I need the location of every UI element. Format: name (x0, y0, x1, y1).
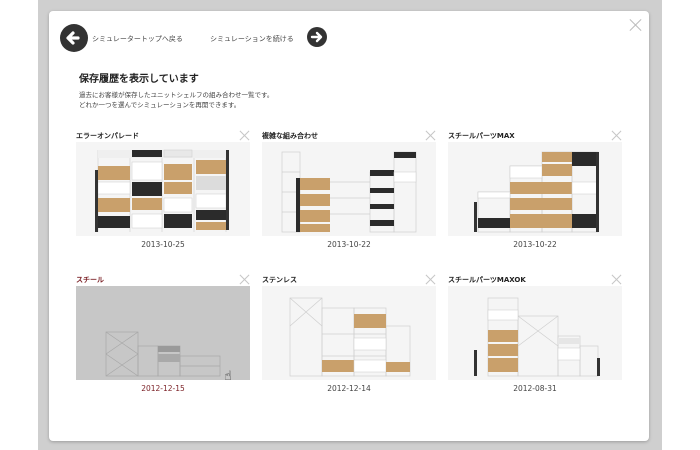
card-date: 2012-12-15 (141, 384, 185, 393)
saved-card[interactable]: エラーオンパレード 2013-10-25 (76, 131, 250, 251)
shelf-thumbnail[interactable] (448, 286, 622, 380)
saved-card[interactable]: スチールパーツMAX 2013-10-22 (448, 131, 622, 251)
card-title: スチールパーツMAXOK (448, 276, 526, 284)
arrow-right-icon (310, 31, 323, 43)
card-title: 複雑な組み合わせ (262, 132, 318, 140)
card-date: 2012-08-31 (513, 384, 557, 393)
description-line-2: どれか一つを選んでシミュレーションを再開できます。 (79, 101, 241, 109)
saved-card[interactable]: 複雑な組み合わせ 2013-10-22 (262, 131, 436, 251)
card-date: 2013-10-22 (513, 240, 557, 249)
continue-button[interactable] (307, 27, 327, 47)
card-title: スチールパーツMAX (448, 132, 515, 140)
shelf-thumbnail[interactable] (448, 142, 622, 236)
card-date: 2013-10-25 (141, 240, 185, 249)
card-title: ステンレス (262, 276, 297, 284)
card-delete-icon[interactable] (425, 130, 436, 141)
back-button[interactable] (60, 24, 88, 52)
card-delete-icon[interactable] (425, 274, 436, 285)
card-delete-icon[interactable] (611, 130, 622, 141)
shelf-thumbnail[interactable] (76, 142, 250, 236)
history-modal: シミュレータートップへ戻る シミュレーションを続ける 保存履歴を表示しています … (49, 11, 649, 441)
page-title: 保存履歴を表示しています (79, 74, 199, 85)
shelf-thumbnail[interactable] (76, 286, 250, 380)
shelf-thumbnail[interactable] (262, 286, 436, 380)
card-delete-icon[interactable] (239, 130, 250, 141)
card-delete-icon[interactable] (239, 274, 250, 285)
saved-card[interactable]: ステンレス 2012-12-14 (262, 275, 436, 395)
card-date: 2012-12-14 (327, 384, 371, 393)
modal-close-icon[interactable] (629, 18, 643, 32)
back-link[interactable]: シミュレータートップへ戻る (92, 34, 183, 44)
card-delete-icon[interactable] (611, 274, 622, 285)
shelf-thumbnail[interactable] (262, 142, 436, 236)
card-title: スチール (76, 276, 104, 284)
card-title: エラーオンパレード (76, 132, 139, 140)
hand-pointer-icon: ☝ (224, 369, 232, 384)
card-date: 2013-10-22 (327, 240, 371, 249)
description-line-1: 過去にお客様が保存したユニットシェルフの組み合わせ一覧です。 (79, 91, 274, 99)
arrow-left-icon (66, 31, 80, 45)
saved-card[interactable]: スチールパーツMAXOK 2012-08-31 (448, 275, 622, 395)
continue-link[interactable]: シミュレーションを続ける (210, 34, 294, 44)
